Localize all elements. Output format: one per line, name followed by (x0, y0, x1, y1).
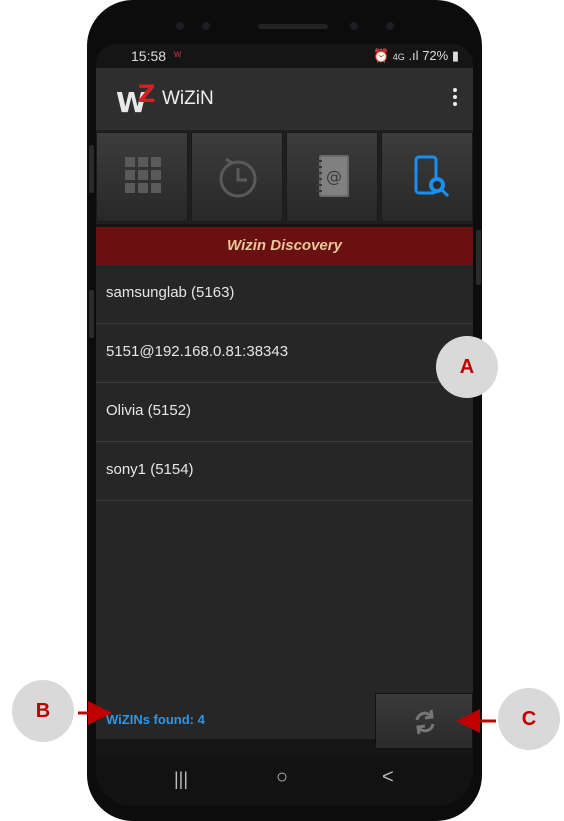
callout-b: B (12, 680, 74, 742)
wizins-found-count: WiZINs found: 4 (106, 712, 205, 727)
address-book-icon: @ (316, 155, 349, 197)
network-label: 4G (392, 52, 405, 62)
status-bar: 15:58 w ⏰ 4G .ıl 72% ▮ (96, 44, 473, 68)
device-label: 5151@192.168.0.81:38343 (106, 343, 289, 360)
device-row[interactable]: samsunglab (5163) (96, 265, 473, 324)
power-button (476, 230, 481, 285)
tab-discovery[interactable] (381, 132, 473, 222)
home-button[interactable]: ○ (276, 766, 288, 790)
device-row[interactable]: 5151@192.168.0.81:38343 (96, 324, 473, 383)
wizin-logo: W Z (116, 80, 156, 119)
device-row[interactable]: sony1 (5154) (96, 442, 473, 501)
device-row[interactable]: Olivia (5152) (96, 383, 473, 442)
status-indicators: ⏰ 4G .ıl 72% ▮ (373, 48, 459, 64)
device-list: samsunglab (5163) 5151@192.168.0.81:3834… (96, 265, 473, 739)
refresh-button[interactable] (375, 693, 473, 749)
svg-text:@: @ (326, 167, 342, 186)
alarm-icon: ⏰ (372, 48, 390, 63)
device-label: Olivia (5152) (106, 402, 192, 419)
tab-contacts[interactable]: @ (286, 132, 378, 222)
device-label: sony1 (5154) (106, 461, 194, 478)
system-nav-bar: ||| ○ < (96, 756, 473, 806)
bixby-button (89, 290, 94, 338)
phone-screen: 15:58 w ⏰ 4G .ıl 72% ▮ W Z WiZiN @ Wizin… (96, 44, 473, 806)
device-label: samsunglab (5163) (106, 284, 235, 301)
battery-level: 72% (422, 48, 449, 63)
refresh-icon (415, 709, 435, 735)
signal-icon: .ıl (408, 48, 419, 63)
app-title: WiZiN (162, 88, 214, 109)
history-clock-icon (219, 157, 257, 198)
back-button[interactable]: < (382, 766, 394, 790)
overflow-menu-icon[interactable] (453, 88, 457, 109)
callout-a: A (436, 336, 498, 398)
front-sensors (150, 18, 420, 34)
app-bar: W Z WiZiN (96, 68, 473, 130)
callout-c: C (498, 688, 560, 750)
tab-strip: @ (96, 130, 473, 224)
recents-button[interactable]: ||| (174, 769, 188, 793)
discovery-banner: Wizin Discovery (96, 227, 473, 265)
tab-dialpad[interactable] (96, 132, 188, 222)
discovery-phone-search-icon (414, 155, 450, 198)
volume-button (89, 145, 94, 193)
battery-icon: ▮ (451, 48, 459, 63)
tab-history[interactable] (191, 132, 283, 222)
status-time: 15:58 (131, 48, 167, 64)
notification-icon: w (174, 49, 182, 60)
dialpad-icon (125, 157, 161, 193)
